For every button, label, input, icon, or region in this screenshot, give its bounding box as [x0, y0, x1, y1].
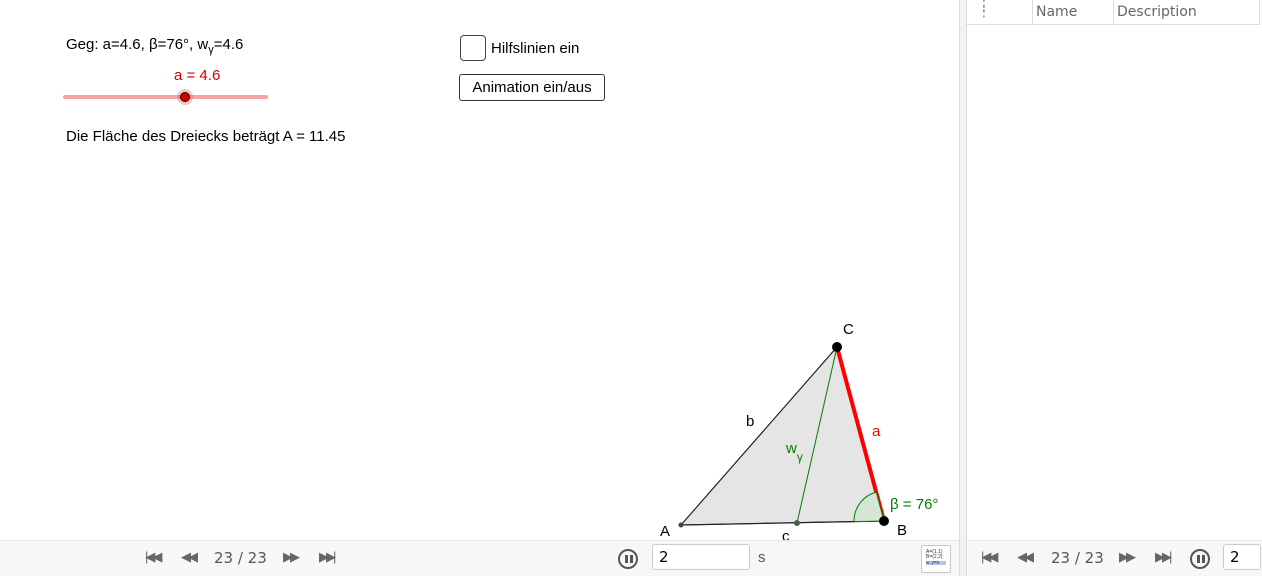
last-step-icon[interactable]: ▶▶| [319, 549, 336, 565]
protocol-navigation-bar: |◀◀ ◀◀ 23 / 23 ▶▶ ▶▶| [967, 540, 1262, 576]
previous-step-icon[interactable]: ◀◀ [181, 549, 198, 565]
triangle-area [679, 345, 885, 526]
label-side-b: b [746, 413, 754, 430]
label-b-point: B [897, 522, 907, 539]
point-foot[interactable] [794, 520, 800, 526]
protocol-step-counter: 23 / 23 [1051, 549, 1104, 567]
triangle-construction: A B C b a c wγ β = 76° [660, 321, 938, 540]
column-name[interactable]: Name [1033, 0, 1114, 24]
column-menu[interactable]: ⋮ ⋮ [967, 0, 1033, 24]
navigation-bar: |◀◀ ◀◀ 23 / 23 ▶▶ ▶▶| s A=(1,1)B=(2,2)a:… [0, 540, 959, 576]
point-b[interactable] [879, 516, 889, 526]
protocol-pause-icon[interactable] [1190, 549, 1210, 569]
graphics-view[interactable]: Geg: a=4.6, β=76°, wγ=4.6 a = 4.6 Die Fl… [0, 0, 959, 540]
point-a[interactable] [678, 522, 684, 528]
next-step-icon[interactable]: ▶▶ [283, 549, 300, 565]
label-a-point: A [660, 523, 670, 540]
duration-unit: s [758, 549, 766, 566]
label-side-c: c [782, 528, 790, 540]
algebra-toggle-icon[interactable]: A=(1,1) B=(2,2) a: y=x [921, 545, 951, 573]
label-side-a: a [872, 423, 881, 440]
column-description[interactable]: Description [1114, 0, 1260, 24]
construction-protocol: ⋮ ⋮ Name Description [967, 0, 1262, 540]
protocol-previous-step-icon[interactable]: ◀◀ [1017, 549, 1034, 565]
point-c[interactable] [832, 342, 842, 352]
view-divider[interactable] [959, 0, 967, 576]
step-counter: 23 / 23 [214, 549, 267, 567]
protocol-duration-input[interactable] [1223, 544, 1261, 570]
drag-handle-icon[interactable]: ⋮ ⋮ [977, 0, 991, 19]
protocol-first-step-icon[interactable]: |◀◀ [981, 549, 998, 565]
protocol-next-step-icon[interactable]: ▶▶ [1119, 549, 1136, 565]
label-c-point: C [843, 321, 854, 338]
label-angle-beta: β = 76° [890, 496, 938, 513]
protocol-last-step-icon[interactable]: ▶▶| [1155, 549, 1172, 565]
duration-input[interactable] [652, 544, 750, 570]
pause-icon[interactable] [618, 549, 638, 569]
protocol-header: ⋮ ⋮ Name Description [967, 0, 1260, 25]
first-step-icon[interactable]: |◀◀ [145, 549, 162, 565]
